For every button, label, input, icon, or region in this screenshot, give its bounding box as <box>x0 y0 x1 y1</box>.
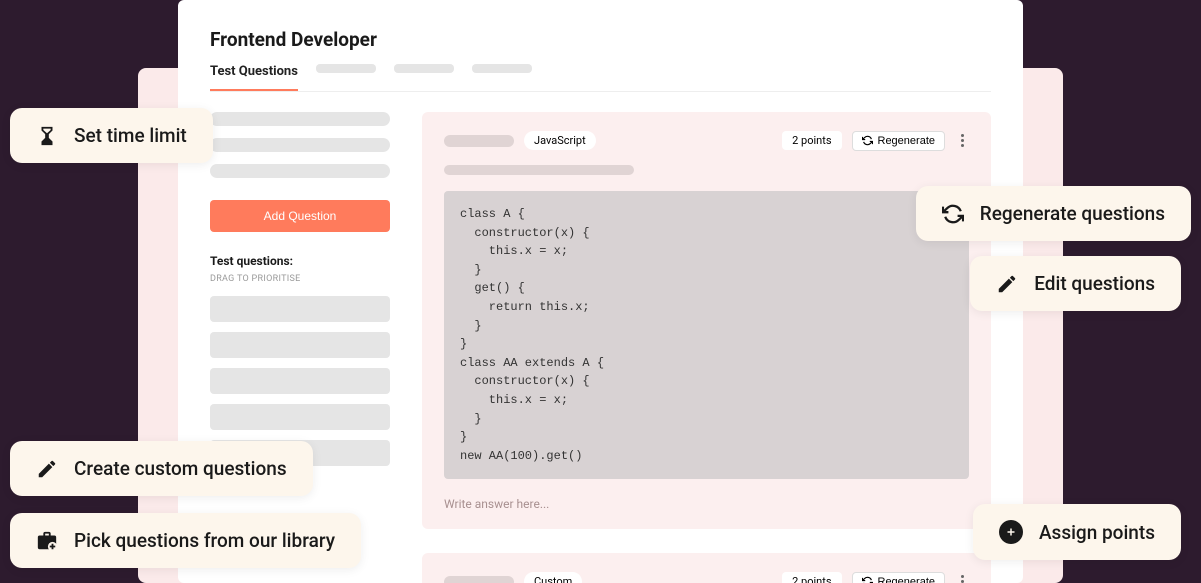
edit-icon <box>996 273 1018 295</box>
answer-input[interactable]: Write answer here... <box>444 497 969 511</box>
sidebar-skeleton <box>210 112 390 126</box>
tab-bar: Test Questions <box>210 64 991 92</box>
question-card: JavaScript 2 points Regenerate class A {… <box>422 112 991 529</box>
question-title-skeleton <box>444 135 514 147</box>
question-card: Custom 2 points Regenerate Write answer … <box>422 553 991 583</box>
tab-placeholder <box>394 64 454 73</box>
callout-label: Set time limit <box>74 124 187 147</box>
test-questions-label: Test questions: <box>210 254 390 268</box>
pencil-icon <box>36 458 58 480</box>
callout-label: Pick questions from our library <box>74 529 335 552</box>
callout-create-custom-questions[interactable]: Create custom questions <box>10 441 313 496</box>
refresh-icon <box>862 576 873 583</box>
points-badge: 2 points <box>782 572 841 583</box>
more-options-button[interactable] <box>955 130 969 151</box>
drag-prioritise-hint: DRAG TO PRIORITISE <box>210 274 390 284</box>
refresh-icon <box>942 203 964 225</box>
callout-regenerate-questions[interactable]: Regenerate questions <box>916 186 1191 241</box>
callout-assign-points[interactable]: Assign points <box>973 504 1181 560</box>
callout-label: Regenerate questions <box>980 202 1165 225</box>
regenerate-label: Regenerate <box>878 576 936 583</box>
language-chip: Custom <box>524 572 582 583</box>
refresh-icon <box>862 135 873 146</box>
hourglass-icon <box>36 125 58 147</box>
question-list-item[interactable] <box>210 296 390 322</box>
callout-label: Edit questions <box>1034 272 1155 295</box>
callout-set-time-limit[interactable]: Set time limit <box>10 108 213 163</box>
tab-placeholder <box>316 64 376 73</box>
code-block: class A { constructor(x) { this.x = x; }… <box>444 191 969 479</box>
callout-label: Create custom questions <box>74 457 287 480</box>
question-title-skeleton <box>444 576 514 583</box>
callout-label: Assign points <box>1039 521 1155 544</box>
callout-pick-from-library[interactable]: Pick questions from our library <box>10 513 361 568</box>
briefcase-plus-icon <box>36 530 58 552</box>
more-options-button[interactable] <box>955 571 969 583</box>
regenerate-label: Regenerate <box>878 135 936 147</box>
callout-edit-questions[interactable]: Edit questions <box>970 256 1181 311</box>
tab-test-questions[interactable]: Test Questions <box>210 64 298 91</box>
tab-placeholder <box>472 64 532 73</box>
plus-circle-icon <box>999 520 1023 544</box>
app-window: Frontend Developer Test Questions Add Qu… <box>178 0 1023 583</box>
points-badge: 2 points <box>782 131 841 150</box>
add-question-button[interactable]: Add Question <box>210 200 390 232</box>
sidebar-skeleton <box>210 138 390 152</box>
question-prompt-skeleton <box>444 165 634 175</box>
regenerate-button[interactable]: Regenerate <box>852 572 946 583</box>
sidebar-skeleton <box>210 164 390 178</box>
question-list-item[interactable] <box>210 332 390 358</box>
page-title: Frontend Developer <box>210 28 991 51</box>
question-list-item[interactable] <box>210 404 390 430</box>
language-chip: JavaScript <box>524 131 596 150</box>
regenerate-button[interactable]: Regenerate <box>852 131 946 151</box>
main-panel: JavaScript 2 points Regenerate class A {… <box>422 112 991 583</box>
question-list-item[interactable] <box>210 368 390 394</box>
